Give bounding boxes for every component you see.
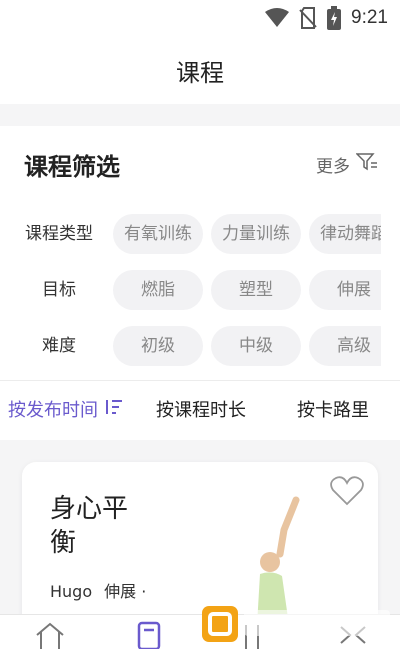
- chip-list: 燃脂 塑型 伸展: [113, 268, 381, 312]
- chip[interactable]: 力量训练: [211, 214, 301, 254]
- filter-icon: [355, 152, 378, 177]
- chip[interactable]: 塑型: [211, 270, 301, 310]
- sort-by-duration[interactable]: 按课程时长: [156, 381, 246, 441]
- course-coach: Hugo: [50, 582, 93, 601]
- chip-list: 有氧训练 力量训练 律动舞蹈: [113, 212, 381, 256]
- sort-by-calories[interactable]: 按卡路里: [297, 381, 369, 441]
- filter-row-type: 课程类型 有氧训练 力量训练 律动舞蹈: [0, 212, 400, 256]
- chip[interactable]: 高级: [309, 326, 381, 366]
- course-meta: Hugo 伸展 ·: [50, 578, 158, 602]
- battery-charging-icon: [327, 6, 342, 30]
- home-icon[interactable]: [34, 621, 66, 650]
- chip[interactable]: 初级: [113, 326, 203, 366]
- sort-bar: 按发布时间 按课程时长 按卡路里: [0, 380, 400, 440]
- more-filter-button[interactable]: 更多: [316, 152, 378, 177]
- filter-row-label: 难度: [42, 336, 76, 356]
- filter-header: 课程筛选 更多: [24, 146, 378, 182]
- sort-order-icon: [104, 381, 124, 441]
- chip[interactable]: 中级: [211, 326, 301, 366]
- favorite-heart-icon[interactable]: [330, 476, 364, 510]
- filter-row-label: 目标: [42, 280, 76, 300]
- course-title: 身心平衡: [50, 494, 129, 558]
- no-sim-icon: [299, 7, 317, 29]
- filter-row-difficulty: 难度 初级 中级 高级: [0, 324, 400, 368]
- course-tag: 伸展 ·: [104, 582, 147, 601]
- watermark-logo: [200, 602, 394, 646]
- status-bar: 9:21: [0, 0, 400, 36]
- sort-by-publish-time[interactable]: 按发布时间: [8, 381, 124, 441]
- chip[interactable]: 有氧训练: [113, 214, 203, 254]
- wifi-icon: [265, 8, 290, 28]
- filter-row-label: 课程类型: [25, 224, 93, 244]
- sort-label: 按发布时间: [8, 400, 98, 421]
- filter-heading: 课程筛选: [24, 152, 120, 181]
- chip[interactable]: 律动舞蹈: [309, 214, 381, 254]
- chip-list: 初级 中级 高级: [113, 324, 381, 368]
- course-icon[interactable]: [137, 621, 161, 650]
- app-header: 课程: [0, 36, 400, 104]
- page-title: 课程: [176, 58, 224, 87]
- more-label: 更多: [316, 156, 350, 177]
- chip[interactable]: 燃脂: [113, 270, 203, 310]
- chip[interactable]: 伸展: [309, 270, 381, 310]
- filter-row-goal: 目标 燃脂 塑型 伸展: [0, 268, 400, 312]
- status-time: 9:21: [351, 7, 388, 28]
